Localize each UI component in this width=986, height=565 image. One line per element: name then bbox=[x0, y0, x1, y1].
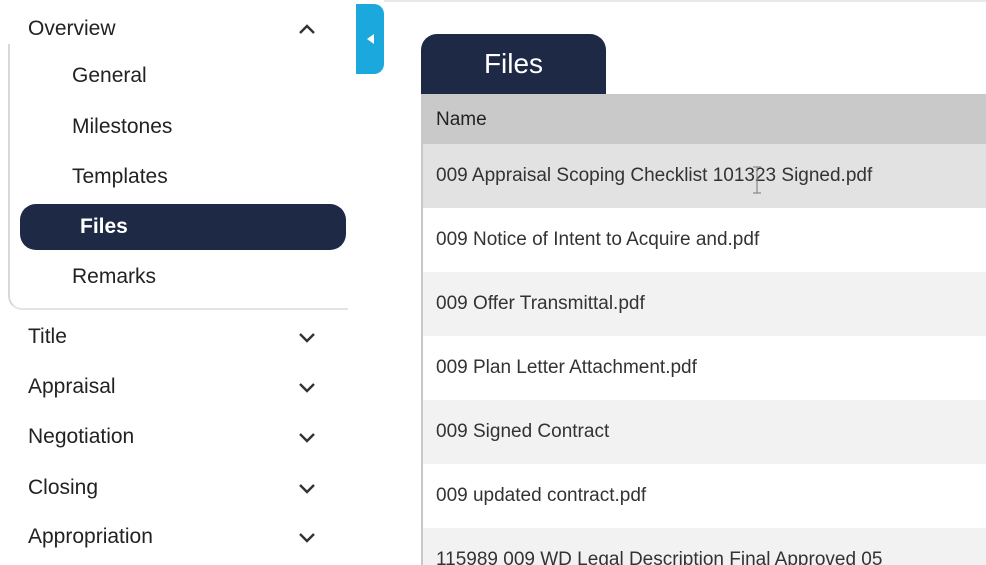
table-row[interactable]: 009 updated contract.pdf bbox=[423, 464, 986, 528]
files-table: Name 009 Appraisal Scoping Checklist 101… bbox=[421, 94, 986, 565]
sidebar-item-label: Remarks bbox=[72, 265, 157, 288]
chevron-down-icon bbox=[296, 426, 318, 448]
sidebar-item-remarks[interactable]: Remarks bbox=[12, 254, 338, 300]
sidebar-section-closing[interactable]: Closing bbox=[0, 465, 340, 511]
table-row[interactable]: 009 Appraisal Scoping Checklist 101323 S… bbox=[423, 144, 986, 208]
tab-label: Files bbox=[483, 48, 544, 79]
table-row[interactable]: 009 Notice of Intent to Acquire and.pdf bbox=[423, 208, 986, 272]
file-name: 009 Offer Transmittal.pdf bbox=[436, 293, 645, 314]
sidebar-item-label: General bbox=[72, 64, 147, 87]
sidebar-section-label: Negotiation bbox=[28, 425, 135, 448]
file-name: 009 Plan Letter Attachment.pdf bbox=[436, 357, 697, 378]
text-cursor-icon bbox=[753, 166, 761, 194]
table-row[interactable]: 009 Signed Contract bbox=[423, 400, 986, 464]
chevron-down-icon bbox=[296, 326, 318, 348]
collapse-sidebar-button[interactable] bbox=[356, 4, 384, 74]
sidebar-section-label: Appraisal bbox=[28, 375, 116, 398]
sidebar-section-label: Title bbox=[28, 325, 67, 348]
file-name: 009 updated contract.pdf bbox=[436, 485, 647, 506]
sidebar: Overview General Milestones Templates Fi… bbox=[0, 0, 360, 565]
sidebar-item-label: Milestones bbox=[72, 115, 173, 138]
caret-left-icon bbox=[365, 33, 375, 45]
top-divider bbox=[384, 0, 986, 2]
sidebar-section-label: Closing bbox=[28, 476, 99, 499]
sidebar-section-title[interactable]: Title bbox=[0, 314, 340, 360]
sidebar-item-label: Templates bbox=[72, 165, 168, 188]
chevron-down-icon bbox=[296, 477, 318, 499]
file-name: 009 Notice of Intent to Acquire and.pdf bbox=[436, 229, 760, 250]
column-header-label: Name bbox=[436, 109, 487, 130]
chevron-up-icon bbox=[296, 18, 318, 40]
table-row[interactable]: 115989 009 WD Legal Description Final Ap… bbox=[423, 528, 986, 565]
sidebar-item-general[interactable]: General bbox=[12, 53, 338, 99]
table-row[interactable]: 009 Plan Letter Attachment.pdf bbox=[423, 336, 986, 400]
chevron-down-icon bbox=[296, 376, 318, 398]
sidebar-section-negotiation[interactable]: Negotiation bbox=[0, 414, 340, 460]
sidebar-item-label: Files bbox=[80, 215, 128, 238]
column-header-name[interactable]: Name bbox=[423, 96, 986, 144]
file-name: 115989 009 WD Legal Description Final Ap… bbox=[436, 549, 883, 565]
sidebar-item-milestones[interactable]: Milestones bbox=[12, 104, 338, 150]
app-window: Overview General Milestones Templates Fi… bbox=[0, 0, 986, 565]
sidebar-section-appropriation[interactable]: Appropriation bbox=[0, 514, 340, 560]
file-name: 009 Signed Contract bbox=[436, 421, 610, 442]
sidebar-section-label: Overview bbox=[28, 17, 116, 40]
sidebar-item-files[interactable]: Files bbox=[20, 204, 346, 250]
sidebar-section-appraisal[interactable]: Appraisal bbox=[0, 364, 340, 410]
table-row[interactable]: 009 Offer Transmittal.pdf bbox=[423, 272, 986, 336]
file-name: 009 Appraisal Scoping Checklist 101323 S… bbox=[436, 165, 873, 186]
sidebar-item-templates[interactable]: Templates bbox=[12, 154, 338, 200]
chevron-down-icon bbox=[296, 526, 318, 548]
sidebar-section-label: Appropriation bbox=[28, 525, 153, 548]
tab-files[interactable]: Files bbox=[421, 34, 606, 96]
